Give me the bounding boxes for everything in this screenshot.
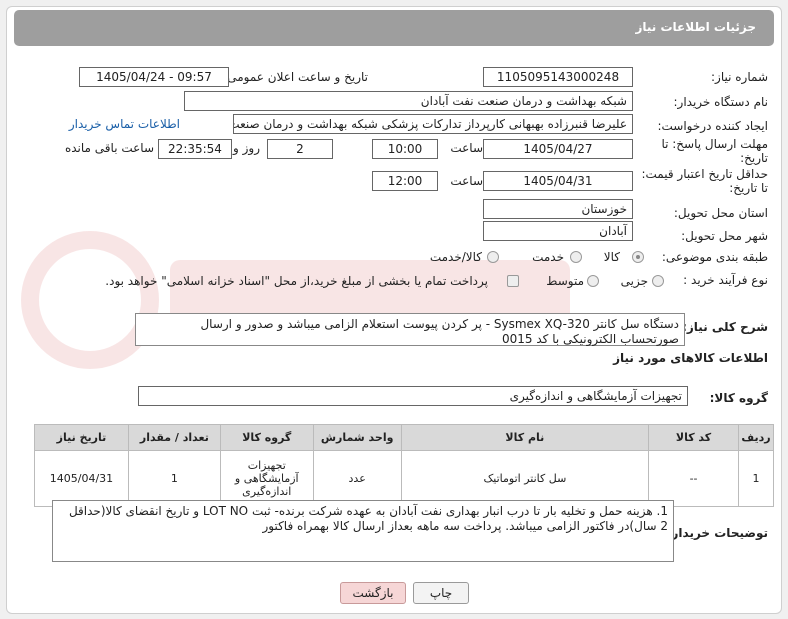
radio-minor-label: جزیی — [620, 274, 648, 288]
radio-goods-service-label: کالا/خدمت — [429, 250, 482, 264]
radio-service[interactable] — [570, 251, 582, 263]
buyer-notes-label: توضیحات خریدار: — [666, 526, 768, 540]
price-time-field: 12:00 — [372, 171, 438, 191]
cell-name: سل کانتر اتوماتیک — [400, 450, 650, 507]
need-description-field: دستگاه سل کانتر Sysmex XQ-320 - پر کردن … — [135, 313, 685, 346]
radio-goods-label: کالا — [603, 250, 620, 264]
buyer-contact-link[interactable]: اطلاعات تماس خریدار — [69, 117, 180, 131]
radio-goods-service[interactable] — [487, 251, 499, 263]
radio-medium[interactable] — [587, 275, 599, 287]
city-label: شهر محل تحویل: — [681, 229, 768, 243]
payment-note: پرداخت تمام یا بخشی از مبلغ خرید،از محل … — [105, 274, 488, 288]
col-quantity: تعداد / مقدار — [127, 424, 221, 451]
col-need-date: تاریخ نیاز — [34, 424, 129, 451]
deadline-time-label: ساعت — [450, 141, 483, 155]
price-time-label: ساعت — [450, 174, 483, 188]
cell-unit: عدد — [312, 450, 402, 507]
radio-medium-label: متوسط — [546, 274, 584, 288]
deadline-date-field: 1405/04/27 — [483, 139, 633, 159]
cell-code: -- — [648, 450, 739, 507]
creator-label: ایجاد کننده درخواست: — [657, 119, 768, 133]
cell-row: 1 — [737, 450, 775, 507]
treasury-checkbox[interactable] — [507, 275, 519, 287]
announce-label: تاریخ و ساعت اعلان عمومی: — [223, 70, 368, 84]
province-label: استان محل تحویل: — [673, 206, 768, 220]
price-date-field: 1405/04/31 — [483, 171, 633, 191]
radio-goods[interactable] — [632, 251, 644, 263]
table-header-row: تاریخ نیاز تعداد / مقدار گروه کالا واحد … — [34, 424, 775, 451]
need-number-label: شماره نیاز: — [711, 70, 768, 84]
process-label: نوع فرآیند خرید : — [683, 273, 768, 287]
buyer-notes-field: 1. هزینه حمل و تخلیه بار تا درب انبار به… — [52, 500, 674, 562]
deadline-label-2: تاریخ: — [740, 151, 768, 165]
province-field: خوزستان — [483, 199, 633, 219]
col-unit: واحد شمارش — [312, 424, 402, 451]
city-field: آبادان — [483, 221, 633, 241]
cell-need-date: 1405/04/31 — [34, 450, 129, 507]
need-number-field: 1105095143000248 — [483, 67, 633, 87]
table-row: 1405/04/31 1 تجهیزات آزمایشگاهی و اندازه… — [34, 450, 775, 507]
days-label: روز و — [233, 141, 260, 155]
page-title: جزئیات اطلاعات نیاز — [635, 20, 756, 34]
col-row: ردیف — [737, 424, 775, 451]
items-table: تاریخ نیاز تعداد / مقدار گروه کالا واحد … — [34, 424, 775, 507]
cell-group: تجهیزات آزمایشگاهی و اندازه‌گیری — [219, 450, 314, 507]
print-button[interactable]: چاپ — [413, 582, 469, 604]
goods-group-field: تجهیزات آزمایشگاهی و اندازه‌گیری — [138, 386, 688, 406]
price-label-2: تا تاریخ: — [729, 181, 768, 195]
deadline-label-1: مهلت ارسال پاسخ: تا — [661, 137, 768, 151]
radio-service-label: خدمت — [532, 250, 564, 264]
col-group: گروه کالا — [219, 424, 314, 451]
deadline-time-field: 10:00 — [372, 139, 438, 159]
category-label: طبقه بندی موضوعی: — [661, 250, 768, 264]
need-description-label: شرح کلی نیاز: — [682, 320, 768, 334]
remaining-time-field: 22:35:54 — [158, 139, 232, 159]
announce-field: 1405/04/24 - 09:57 — [79, 67, 229, 87]
buyer-org-label: نام دستگاه خریدار: — [673, 95, 769, 109]
days-field: 2 — [267, 139, 333, 159]
price-label-1: حداقل تاریخ اعتبار قیمت: — [641, 167, 768, 181]
back-button[interactable]: بازگشت — [340, 582, 406, 604]
col-code: کد کالا — [648, 424, 739, 451]
col-name: نام کالا — [400, 424, 650, 451]
radio-minor[interactable] — [652, 275, 664, 287]
creator-field: علیرضا قنبرزاده بهبهانی کارپرداز تدارکات… — [233, 114, 633, 134]
page-header: جزئیات اطلاعات نیاز — [14, 10, 774, 46]
remaining-label: ساعت باقی مانده — [64, 141, 154, 155]
goods-info-title: اطلاعات کالاهای مورد نیاز — [613, 351, 768, 365]
buyer-org-field: شبکه بهداشت و درمان صنعت نفت آبادان — [184, 91, 633, 111]
goods-group-label: گروه کالا: — [709, 391, 768, 405]
cell-quantity: 1 — [127, 450, 221, 507]
